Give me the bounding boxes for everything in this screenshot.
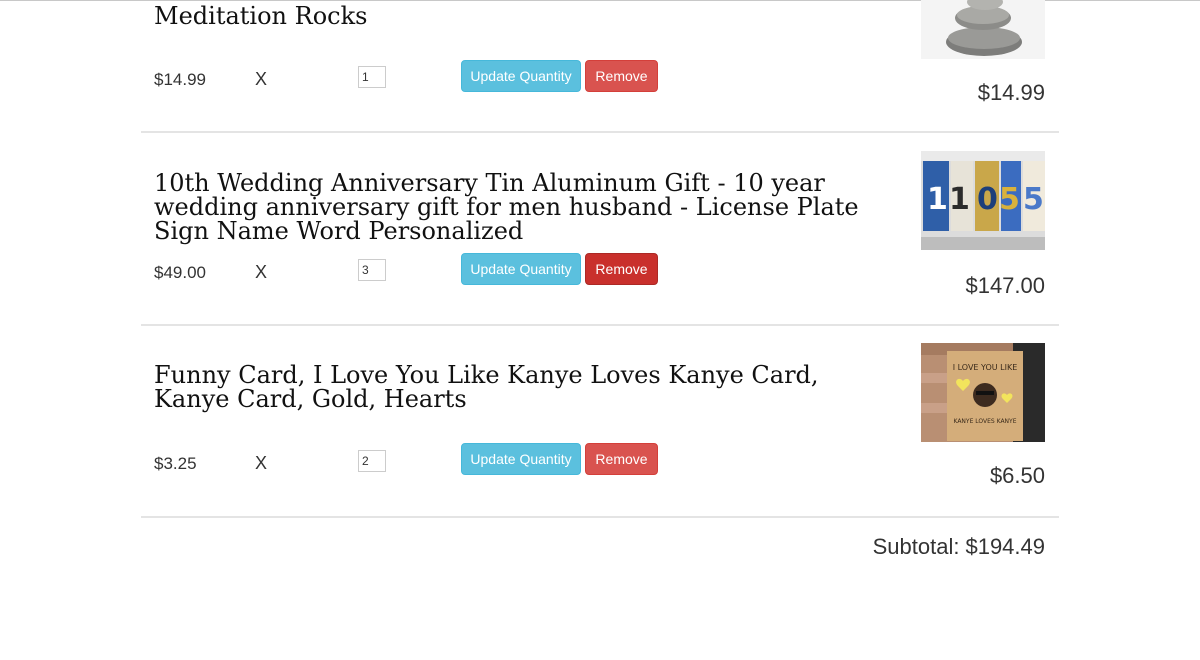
subtotal-label: Subtotal: — [872, 534, 960, 559]
svg-text:5: 5 — [999, 182, 1020, 217]
update-quantity-button[interactable]: Update Quantity — [461, 60, 581, 92]
card-text-bottom: KANYE LOVES KANYE — [953, 418, 1016, 425]
cart-item: Funny Card, I Love You Like Kanye Loves … — [141, 326, 1059, 518]
update-quantity-button[interactable]: Update Quantity — [461, 253, 581, 285]
quantity-input[interactable] — [358, 450, 386, 472]
item-line-total: $147.00 — [965, 273, 1045, 298]
quantity-input[interactable] — [358, 259, 386, 281]
item-unit-price: $14.99 — [154, 70, 206, 89]
multiply-sign: X — [255, 69, 268, 89]
item-title: 10th Wedding Anniversary Tin Aluminum Gi… — [154, 169, 859, 245]
svg-text:0: 0 — [977, 182, 998, 217]
subtotal-value: $194.49 — [965, 534, 1045, 559]
update-quantity-button[interactable]: Update Quantity — [461, 443, 581, 475]
shopping-cart: Meditation Rocks $14.99 X Update Quantit… — [141, 0, 1059, 559]
item-title: Funny Card, I Love You Like Kanye Loves … — [154, 361, 819, 413]
quantity-input[interactable] — [358, 66, 386, 88]
multiply-sign: X — [255, 453, 268, 473]
cart-item: 10th Wedding Anniversary Tin Aluminum Gi… — [141, 133, 1059, 326]
item-unit-price: $49.00 — [154, 263, 206, 282]
item-line-total: $14.99 — [977, 80, 1045, 105]
svg-text:1: 1 — [927, 182, 948, 217]
kanye-card-image: I LOVE YOU LIKE KANYE LOVES KANYE — [921, 343, 1045, 442]
card-text-top: I LOVE YOU LIKE — [953, 363, 1018, 372]
license-plate-sign-image: 1 1 0 5 5 — [921, 151, 1045, 250]
svg-text:5: 5 — [1023, 182, 1044, 217]
cart-item: Meditation Rocks $14.99 X Update Quantit… — [141, 0, 1059, 133]
svg-text:1: 1 — [949, 182, 970, 217]
remove-button[interactable]: Remove — [585, 253, 658, 285]
cart-subtotal: Subtotal: $194.49 — [873, 534, 1045, 560]
item-unit-price: $3.25 — [154, 454, 197, 473]
multiply-sign: X — [255, 262, 268, 282]
stacked-stones-image — [921, 0, 1045, 59]
item-line-total: $6.50 — [989, 463, 1045, 488]
remove-button[interactable]: Remove — [585, 443, 658, 475]
item-title: Meditation Rocks — [154, 2, 368, 30]
remove-button[interactable]: Remove — [585, 60, 658, 92]
